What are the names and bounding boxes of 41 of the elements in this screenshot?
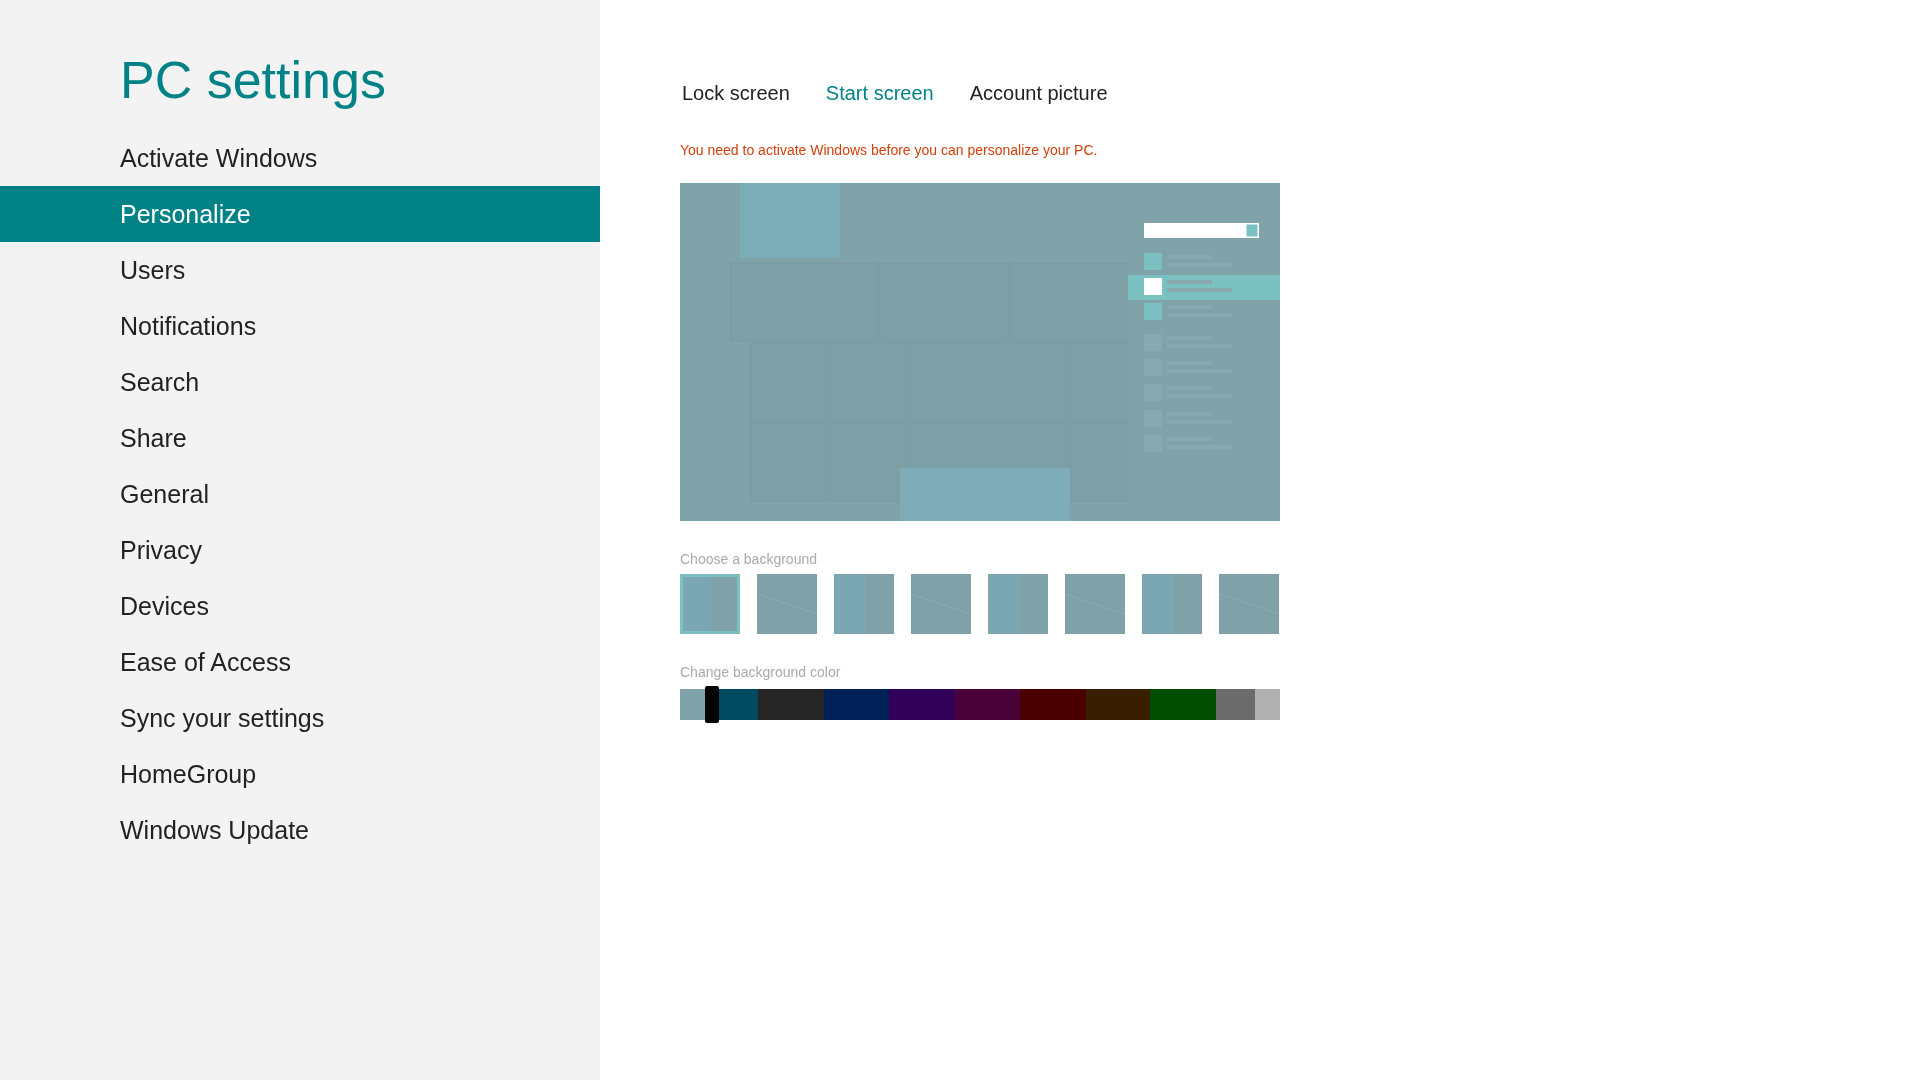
background-thumbnail[interactable]: [834, 574, 894, 634]
activation-warning: You need to activate Windows before you can personalize your PC.: [680, 142, 1098, 158]
sidebar-item[interactable]: Search: [0, 354, 600, 410]
sidebar-item[interactable]: Personalize: [0, 186, 600, 242]
background-thumbnail[interactable]: [680, 574, 740, 634]
background-thumbnail[interactable]: [988, 574, 1048, 634]
page-title: PC settings: [120, 50, 386, 111]
sidebar-item[interactable]: Activate Windows: [0, 130, 600, 186]
color-swatch[interactable]: [719, 689, 759, 720]
sidebar-item[interactable]: Ease of Access: [0, 634, 600, 690]
background-thumbnail[interactable]: [1065, 574, 1125, 634]
color-swatch[interactable]: [1085, 689, 1151, 720]
color-slider[interactable]: [680, 686, 1280, 723]
color-swatch[interactable]: [758, 689, 824, 720]
sidebar-item[interactable]: Devices: [0, 578, 600, 634]
sidebar-item[interactable]: Users: [0, 242, 600, 298]
color-swatch[interactable]: [1020, 689, 1086, 720]
section-label: Choose a background: [680, 551, 817, 567]
sidebar-item[interactable]: General: [0, 466, 600, 522]
sidebar-item[interactable]: Notifications: [0, 298, 600, 354]
tab[interactable]: Account picture: [969, 74, 1108, 112]
color-swatch[interactable]: [1215, 689, 1255, 720]
section-label: Change background color: [680, 664, 841, 680]
sidebar-item[interactable]: Sync your settings: [0, 690, 600, 746]
tab[interactable]: Start screen: [825, 74, 934, 112]
slider-thumb[interactable]: [705, 686, 720, 723]
sidebar-item[interactable]: Windows Update: [0, 802, 600, 858]
sidebar-item[interactable]: Privacy: [0, 522, 600, 578]
background-thumbnail[interactable]: [1219, 574, 1279, 634]
background-thumbnail[interactable]: [1142, 574, 1202, 634]
sidebar-item[interactable]: Share: [0, 410, 600, 466]
background-thumbnail[interactable]: [911, 574, 971, 634]
color-swatch[interactable]: [680, 689, 706, 720]
color-swatch[interactable]: [954, 689, 1021, 720]
color-swatch[interactable]: [823, 689, 890, 720]
sidebar-item[interactable]: HomeGroup: [0, 746, 600, 802]
color-swatch[interactable]: [1150, 689, 1216, 720]
color-swatch[interactable]: [1254, 689, 1280, 720]
color-swatch[interactable]: [889, 689, 955, 720]
background-thumbnail[interactable]: [757, 574, 817, 634]
tab[interactable]: Lock screen: [682, 74, 790, 112]
